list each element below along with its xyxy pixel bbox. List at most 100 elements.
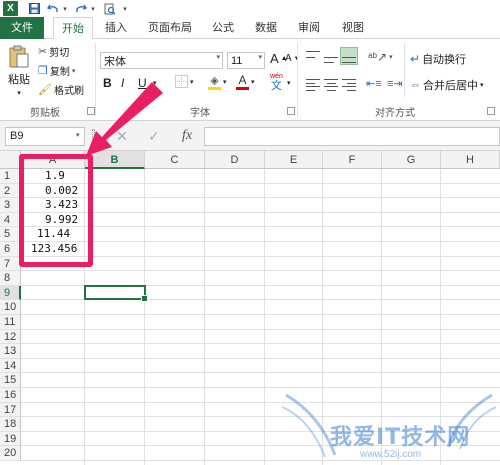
align-left-icon[interactable] — [306, 79, 320, 91]
tab-data[interactable]: 数据 — [248, 17, 284, 39]
font-launcher-icon[interactable] — [287, 107, 295, 115]
row-header-1[interactable]: 1 — [0, 169, 21, 184]
decrease-indent-button[interactable]: ⇤≡ — [366, 77, 382, 90]
name-box[interactable]: B9 — [5, 127, 85, 146]
tab-review[interactable]: 审阅 — [291, 17, 327, 39]
align-right-icon[interactable] — [342, 79, 356, 91]
alignment-launcher-icon[interactable] — [487, 107, 495, 115]
excel-window: X ▾ ▾ ▾ 文件 开始 插入 页面布局 公式 数据 审阅 视图 粘贴 ▾ ✂… — [0, 0, 500, 465]
copy-button[interactable]: ❐ 复制 ▾ — [38, 63, 75, 78]
format-painter-button[interactable]: 🖌 格式刷 — [38, 82, 84, 97]
clipboard-launcher-icon[interactable] — [87, 107, 95, 115]
enter-icon[interactable]: ✓ — [145, 126, 163, 146]
row-header-6[interactable]: 6 — [0, 242, 21, 257]
print-preview-icon[interactable] — [103, 1, 117, 16]
tab-formulas[interactable]: 公式 — [205, 17, 241, 39]
ribbon-home: 粘贴 ▾ ✂ 剪切 ❐ 复制 ▾ 🖌 格式刷 剪贴板 宋体 ▾ 11 ▾ A ▲ … — [0, 39, 500, 121]
watermark: 我爱IT技术网 www.52ij.com — [280, 385, 498, 465]
tab-page-layout[interactable]: 页面布局 — [141, 17, 199, 39]
watermark-text: 我爱IT技术网 — [330, 425, 471, 450]
undo-icon[interactable] — [46, 1, 60, 16]
row-header-20[interactable]: 20 — [0, 446, 21, 461]
save-icon[interactable] — [27, 1, 41, 16]
row-header-14[interactable]: 14 — [0, 358, 21, 374]
cancel-icon[interactable]: ✕ — [113, 126, 131, 146]
customize-qat-icon[interactable]: ▾ — [121, 1, 129, 16]
splitter-handle[interactable] — [92, 129, 95, 143]
align-center-icon[interactable] — [324, 79, 338, 91]
row-header-3[interactable]: 3 — [0, 198, 21, 213]
tab-insert[interactable]: 插入 — [99, 17, 133, 39]
row-header-10[interactable]: 10 — [0, 300, 21, 315]
merge-center-button[interactable]: ⇔ 合并后居中 ▾ — [410, 77, 484, 93]
middle-align-icon[interactable] — [324, 51, 338, 63]
clipboard-group-label: 剪贴板 — [30, 108, 60, 119]
paste-dropdown-icon[interactable]: ▾ — [17, 89, 21, 97]
paste-label: 粘贴 — [8, 74, 30, 86]
font-color-button[interactable]: A ▾ — [236, 73, 255, 90]
gridline-h — [21, 357, 500, 359]
font-name-select[interactable]: 宋体 ▾ — [100, 52, 223, 69]
orientation-button[interactable]: ᵃᵇ↗ ▾ — [368, 50, 393, 64]
row-header-11[interactable]: 11 — [0, 315, 21, 330]
gridline-v — [204, 169, 205, 465]
top-align-icon[interactable] — [306, 51, 320, 63]
cut-button[interactable]: ✂ 剪切 — [38, 44, 69, 59]
row-header-5[interactable]: 5 — [0, 227, 21, 242]
borders-button[interactable]: ▾ — [175, 75, 194, 88]
font-size-select[interactable]: 11 ▾ — [227, 52, 265, 69]
phonetic-dropdown-icon[interactable]: ▾ — [287, 79, 291, 87]
row-header-12[interactable]: 12 — [0, 329, 21, 345]
name-box-dropdown-icon[interactable]: ▾ — [76, 131, 80, 139]
column-header-c[interactable]: C — [145, 151, 205, 169]
underline-dropdown-icon[interactable]: ▾ — [153, 79, 157, 87]
selected-cell[interactable] — [84, 284, 148, 302]
column-header-b[interactable]: B — [85, 151, 145, 169]
format-painter-label: 格式刷 — [53, 86, 84, 97]
row-header-9[interactable]: 9 — [0, 285, 21, 301]
row-header-8[interactable]: 8 — [0, 271, 21, 286]
font-color-icon: A — [236, 73, 249, 90]
wrap-text-button[interactable]: ↵ 自动换行 — [410, 51, 466, 67]
column-header-g[interactable]: G — [382, 151, 441, 169]
merge-center-label: 合并后居中 — [423, 80, 478, 92]
font-size-dropdown-icon: ▾ — [258, 54, 262, 61]
undo-dropdown-icon[interactable]: ▾ — [61, 1, 69, 16]
column-header-e[interactable]: E — [265, 151, 323, 169]
bold-button[interactable]: B — [103, 76, 112, 90]
column-header-f[interactable]: F — [323, 151, 382, 169]
bottom-align-icon — [342, 51, 356, 63]
row-header-15[interactable]: 15 — [0, 373, 21, 388]
column-header-h[interactable]: H — [441, 151, 500, 169]
row-header-2[interactable]: 2 — [0, 183, 21, 199]
phonetic-button[interactable]: wén 文 — [270, 73, 283, 92]
redo-dropdown-icon[interactable]: ▾ — [89, 1, 97, 16]
copy-dropdown-icon[interactable]: ▾ — [72, 67, 76, 75]
select-all-corner[interactable] — [0, 151, 21, 169]
font-size-value: 11 — [231, 54, 243, 67]
phonetic-char: 文 — [270, 80, 282, 92]
cut-label: 剪切 — [49, 48, 70, 59]
gridline-h — [21, 372, 500, 374]
row-header-4[interactable]: 4 — [0, 212, 21, 228]
fill-color-button[interactable]: ◈ ▾ — [208, 74, 227, 90]
italic-button[interactable]: I — [121, 76, 124, 90]
row-header-19[interactable]: 19 — [0, 431, 21, 447]
redo-icon[interactable] — [74, 1, 88, 16]
insert-function-button[interactable]: fx — [176, 126, 198, 146]
row-header-18[interactable]: 18 — [0, 417, 21, 432]
paste-button[interactable]: 粘贴 ▾ — [6, 45, 32, 97]
underline-button[interactable]: U — [138, 76, 147, 90]
bottom-align-button[interactable] — [340, 47, 358, 65]
row-header-16[interactable]: 16 — [0, 388, 21, 403]
column-header-d[interactable]: D — [205, 151, 265, 169]
scissors-icon: ✂ — [38, 46, 48, 58]
row-header-17[interactable]: 17 — [0, 402, 21, 418]
formula-input[interactable] — [204, 127, 500, 146]
increase-indent-button[interactable]: ≡⇥ — [387, 77, 403, 90]
tab-file[interactable]: 文件 — [0, 17, 44, 39]
row-header-13[interactable]: 13 — [0, 344, 21, 359]
row-header-7[interactable]: 7 — [0, 256, 21, 272]
tab-view[interactable]: 视图 — [335, 17, 371, 39]
tab-home[interactable]: 开始 — [53, 17, 93, 40]
